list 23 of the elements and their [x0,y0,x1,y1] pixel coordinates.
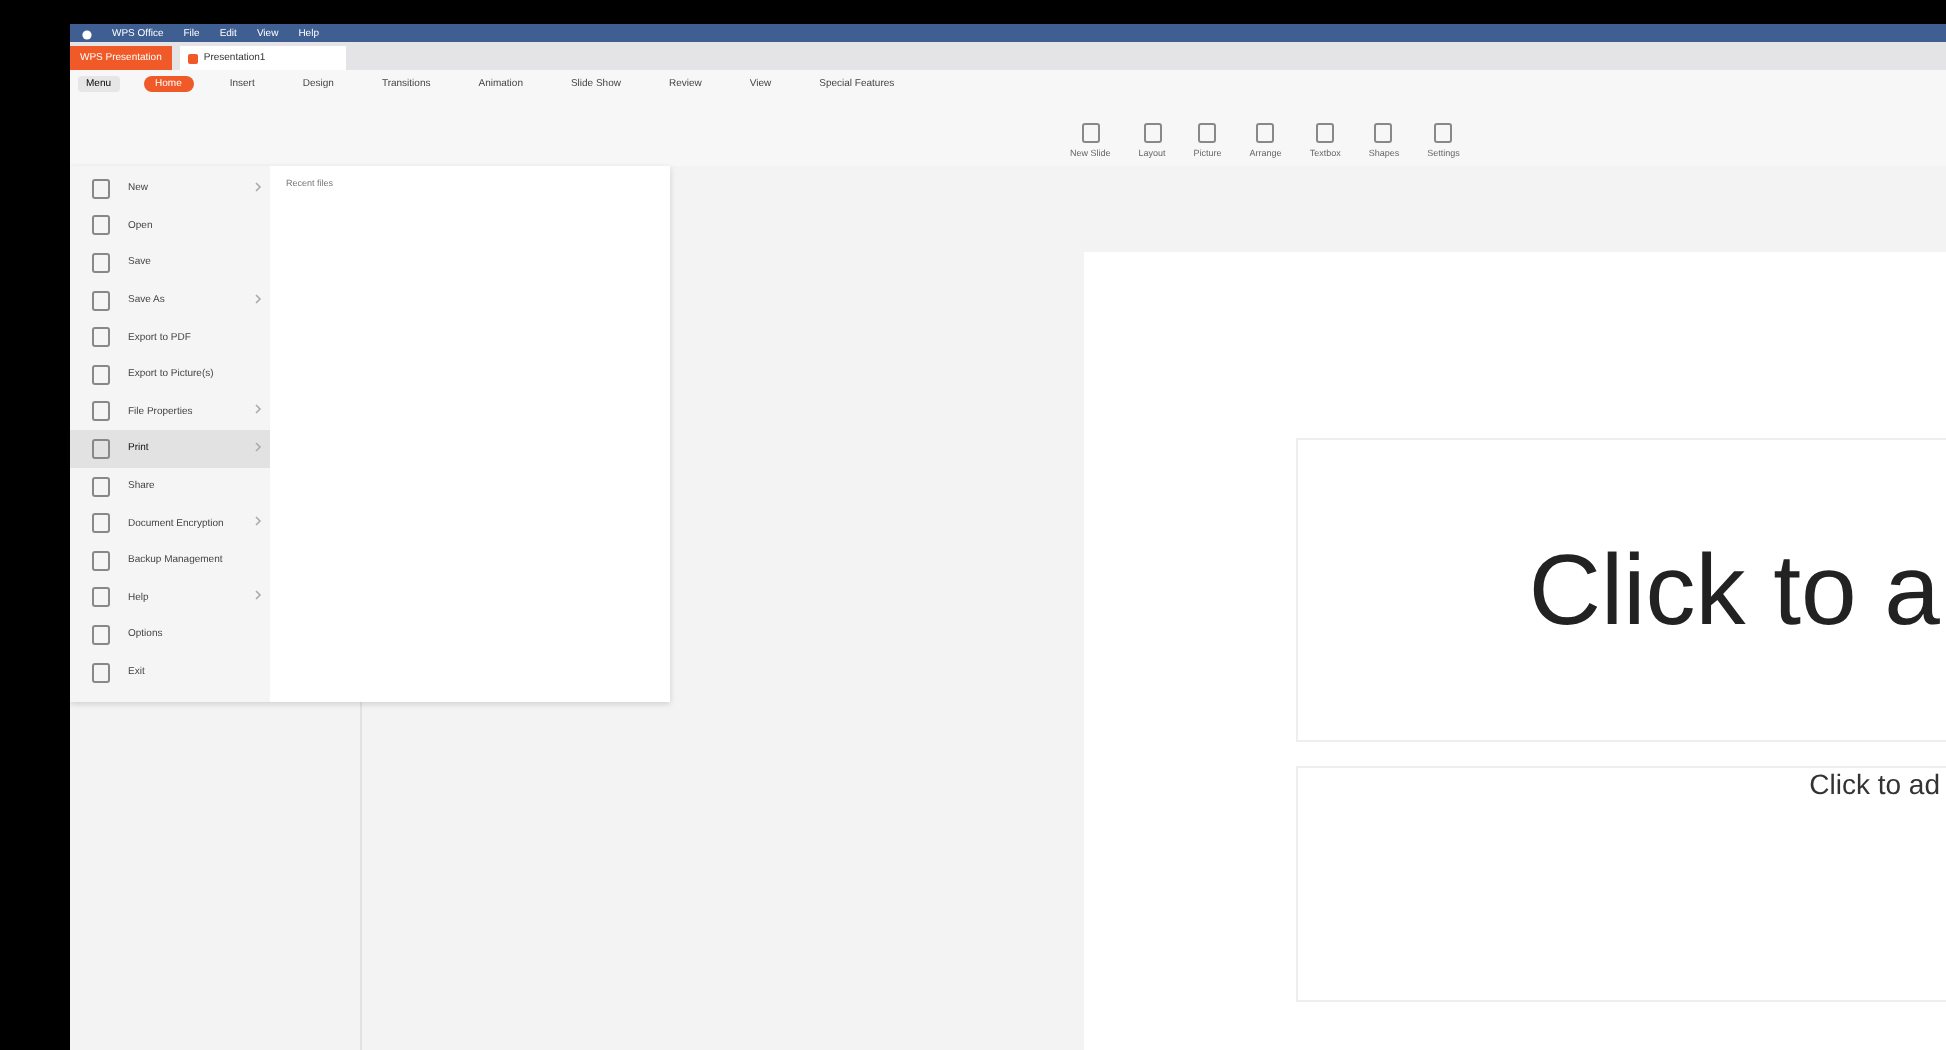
title-placeholder[interactable]: Click to a [1296,438,1946,742]
document-icon [90,549,112,572]
ribbon-icon [1432,122,1455,144]
ribbon-icon [1314,122,1337,144]
subtitle-placeholder[interactable]: Click to ad [1296,766,1946,1002]
document-icon [90,326,112,349]
document-icon [90,214,112,237]
document-icon [90,475,112,498]
document-icon [90,512,112,535]
ribbon-icon [1141,122,1164,144]
document-icon [90,177,112,200]
document-icon [90,251,112,274]
document-icon [90,586,112,609]
ribbon-icon [1254,122,1277,144]
document-icon [90,400,112,423]
document-icon [90,623,112,646]
ribbon-icon [1196,122,1219,144]
document-icon [90,363,112,386]
document-icon [90,661,112,684]
document-icon [90,289,112,312]
ribbon-icon [1372,122,1395,144]
ribbon-icon [1079,122,1102,144]
document-icon [90,437,112,460]
